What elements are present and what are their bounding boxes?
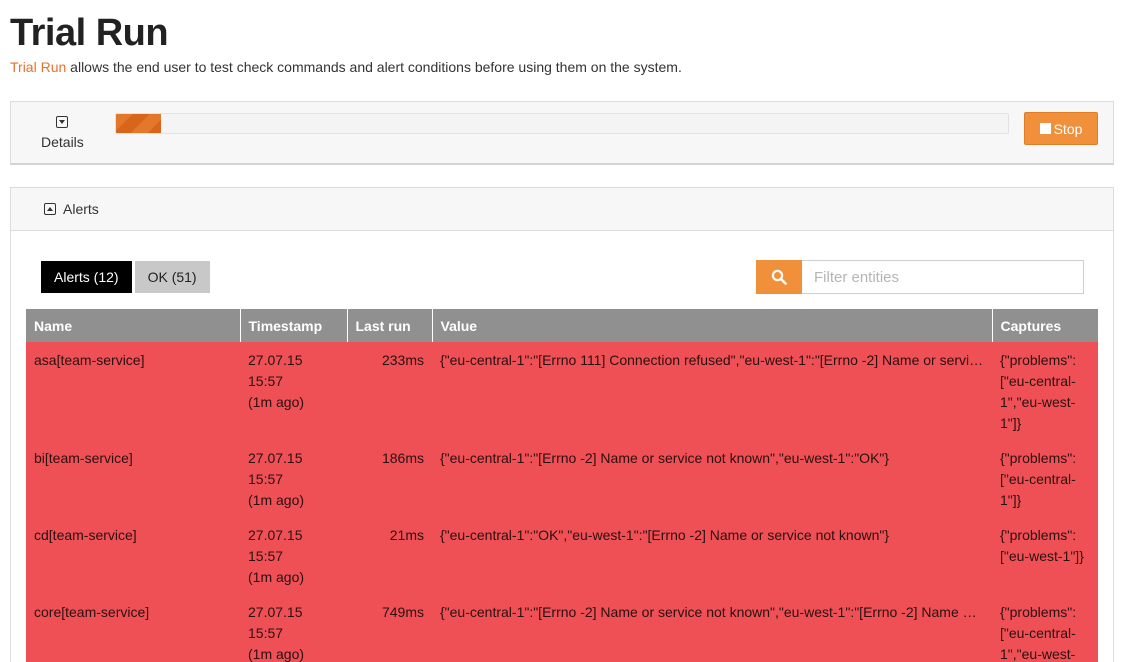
caret-down-icon [56, 116, 69, 128]
page-subtitle: Trial Run allows the end user to test ch… [10, 59, 682, 75]
filter-input[interactable] [802, 260, 1084, 294]
timestamp-text: 27.07.15 15:57 [248, 604, 303, 641]
table-header-row: Name Timestamp Last run Value Captures [26, 309, 1098, 342]
timestamp-ago: (1m ago) [248, 492, 305, 508]
cell-last-run: 233ms [347, 342, 432, 440]
timestamp-text: 27.07.15 15:57 [248, 352, 303, 389]
caret-up-icon [44, 203, 56, 215]
progress-bar [115, 113, 1009, 134]
tab-alerts[interactable]: Alerts (12) [41, 261, 132, 293]
col-header-captures[interactable]: Captures [992, 309, 1098, 342]
cell-name: cd[team-service] [26, 517, 240, 594]
stop-button[interactable]: Stop [1024, 112, 1098, 145]
cell-name: asa[team-service] [26, 342, 240, 440]
tab-ok[interactable]: OK (51) [134, 261, 210, 293]
cell-captures: {"problems": ["eu-central-1"]} [992, 440, 1098, 517]
cell-name: bi[team-service] [26, 440, 240, 517]
alerts-panel: Alerts Alerts (12) OK (51) Filter entiti… [10, 187, 1114, 662]
stop-label: Stop [1053, 120, 1083, 137]
cell-timestamp: 27.07.15 15:57 (1m ago) [240, 517, 347, 594]
timestamp-text: 27.07.15 15:57 [248, 527, 303, 564]
timestamp-ago: (1m ago) [248, 646, 305, 662]
cell-captures: {"problems": ["eu-west-1"]} [992, 517, 1098, 594]
col-header-timestamp[interactable]: Timestamp [240, 309, 348, 342]
table-row[interactable]: cd[team-service] 27.07.15 15:57 (1m ago) … [26, 517, 1098, 594]
cell-value: {"eu-central-1":"[Errno -2] Name or serv… [432, 594, 992, 662]
table-row[interactable]: bi[team-service] 27.07.15 15:57 (1m ago) … [26, 440, 1098, 517]
cell-captures: {"problems": ["eu-central-1","eu-west-1"… [992, 342, 1098, 440]
table-row[interactable]: asa[team-service] 27.07.15 15:57 (1m ago)… [26, 342, 1098, 440]
search-button[interactable] [756, 260, 802, 294]
alert-tabs: Alerts (12) OK (51) [41, 261, 210, 293]
cell-captures: {"problems": ["eu-central-1","eu-west-1"… [992, 594, 1098, 662]
cell-timestamp: 27.07.15 15:57 (1m ago) [240, 342, 347, 440]
alerts-table: Name Timestamp Last run Value Captures a… [26, 309, 1098, 662]
timestamp-ago: (1m ago) [248, 569, 305, 585]
cell-last-run: 186ms [347, 440, 432, 517]
details-label: Details [41, 134, 84, 150]
cell-value: {"eu-central-1":"[Errno -2] Name or serv… [432, 440, 992, 517]
stop-icon [1039, 123, 1051, 134]
details-toggle[interactable]: Details [41, 116, 84, 150]
table-row[interactable]: core[team-service] 27.07.15 15:57 (1m ago… [26, 594, 1098, 662]
page: Trial Run Trial Run allows the end user … [0, 0, 1125, 662]
col-header-last-run[interactable]: Last run [347, 309, 433, 342]
filter-search [756, 260, 1084, 294]
alerts-header-label: Alerts [63, 201, 99, 217]
cell-name: core[team-service] [26, 594, 240, 662]
details-panel: Details Stop [10, 101, 1114, 165]
cell-last-run: 749ms [347, 594, 432, 662]
col-header-name[interactable]: Name [26, 309, 241, 342]
cell-value: {"eu-central-1":"OK","eu-west-1":"[Errno… [432, 517, 992, 594]
cell-last-run: 21ms [347, 517, 432, 594]
timestamp-text: 27.07.15 15:57 [248, 450, 303, 487]
col-header-value[interactable]: Value [432, 309, 993, 342]
page-title: Trial Run [10, 12, 169, 54]
search-icon [771, 269, 787, 285]
alerts-toggle[interactable]: Alerts [11, 188, 1113, 231]
cell-value: {"eu-central-1":"[Errno 111] Connection … [432, 342, 992, 440]
subtitle-text: allows the end user to test check comman… [66, 59, 682, 75]
cell-timestamp: 27.07.15 15:57 (1m ago) [240, 594, 347, 662]
timestamp-ago: (1m ago) [248, 394, 305, 410]
subtitle-accent: Trial Run [10, 59, 67, 75]
cell-timestamp: 27.07.15 15:57 (1m ago) [240, 440, 347, 517]
progress-fill [116, 114, 161, 133]
